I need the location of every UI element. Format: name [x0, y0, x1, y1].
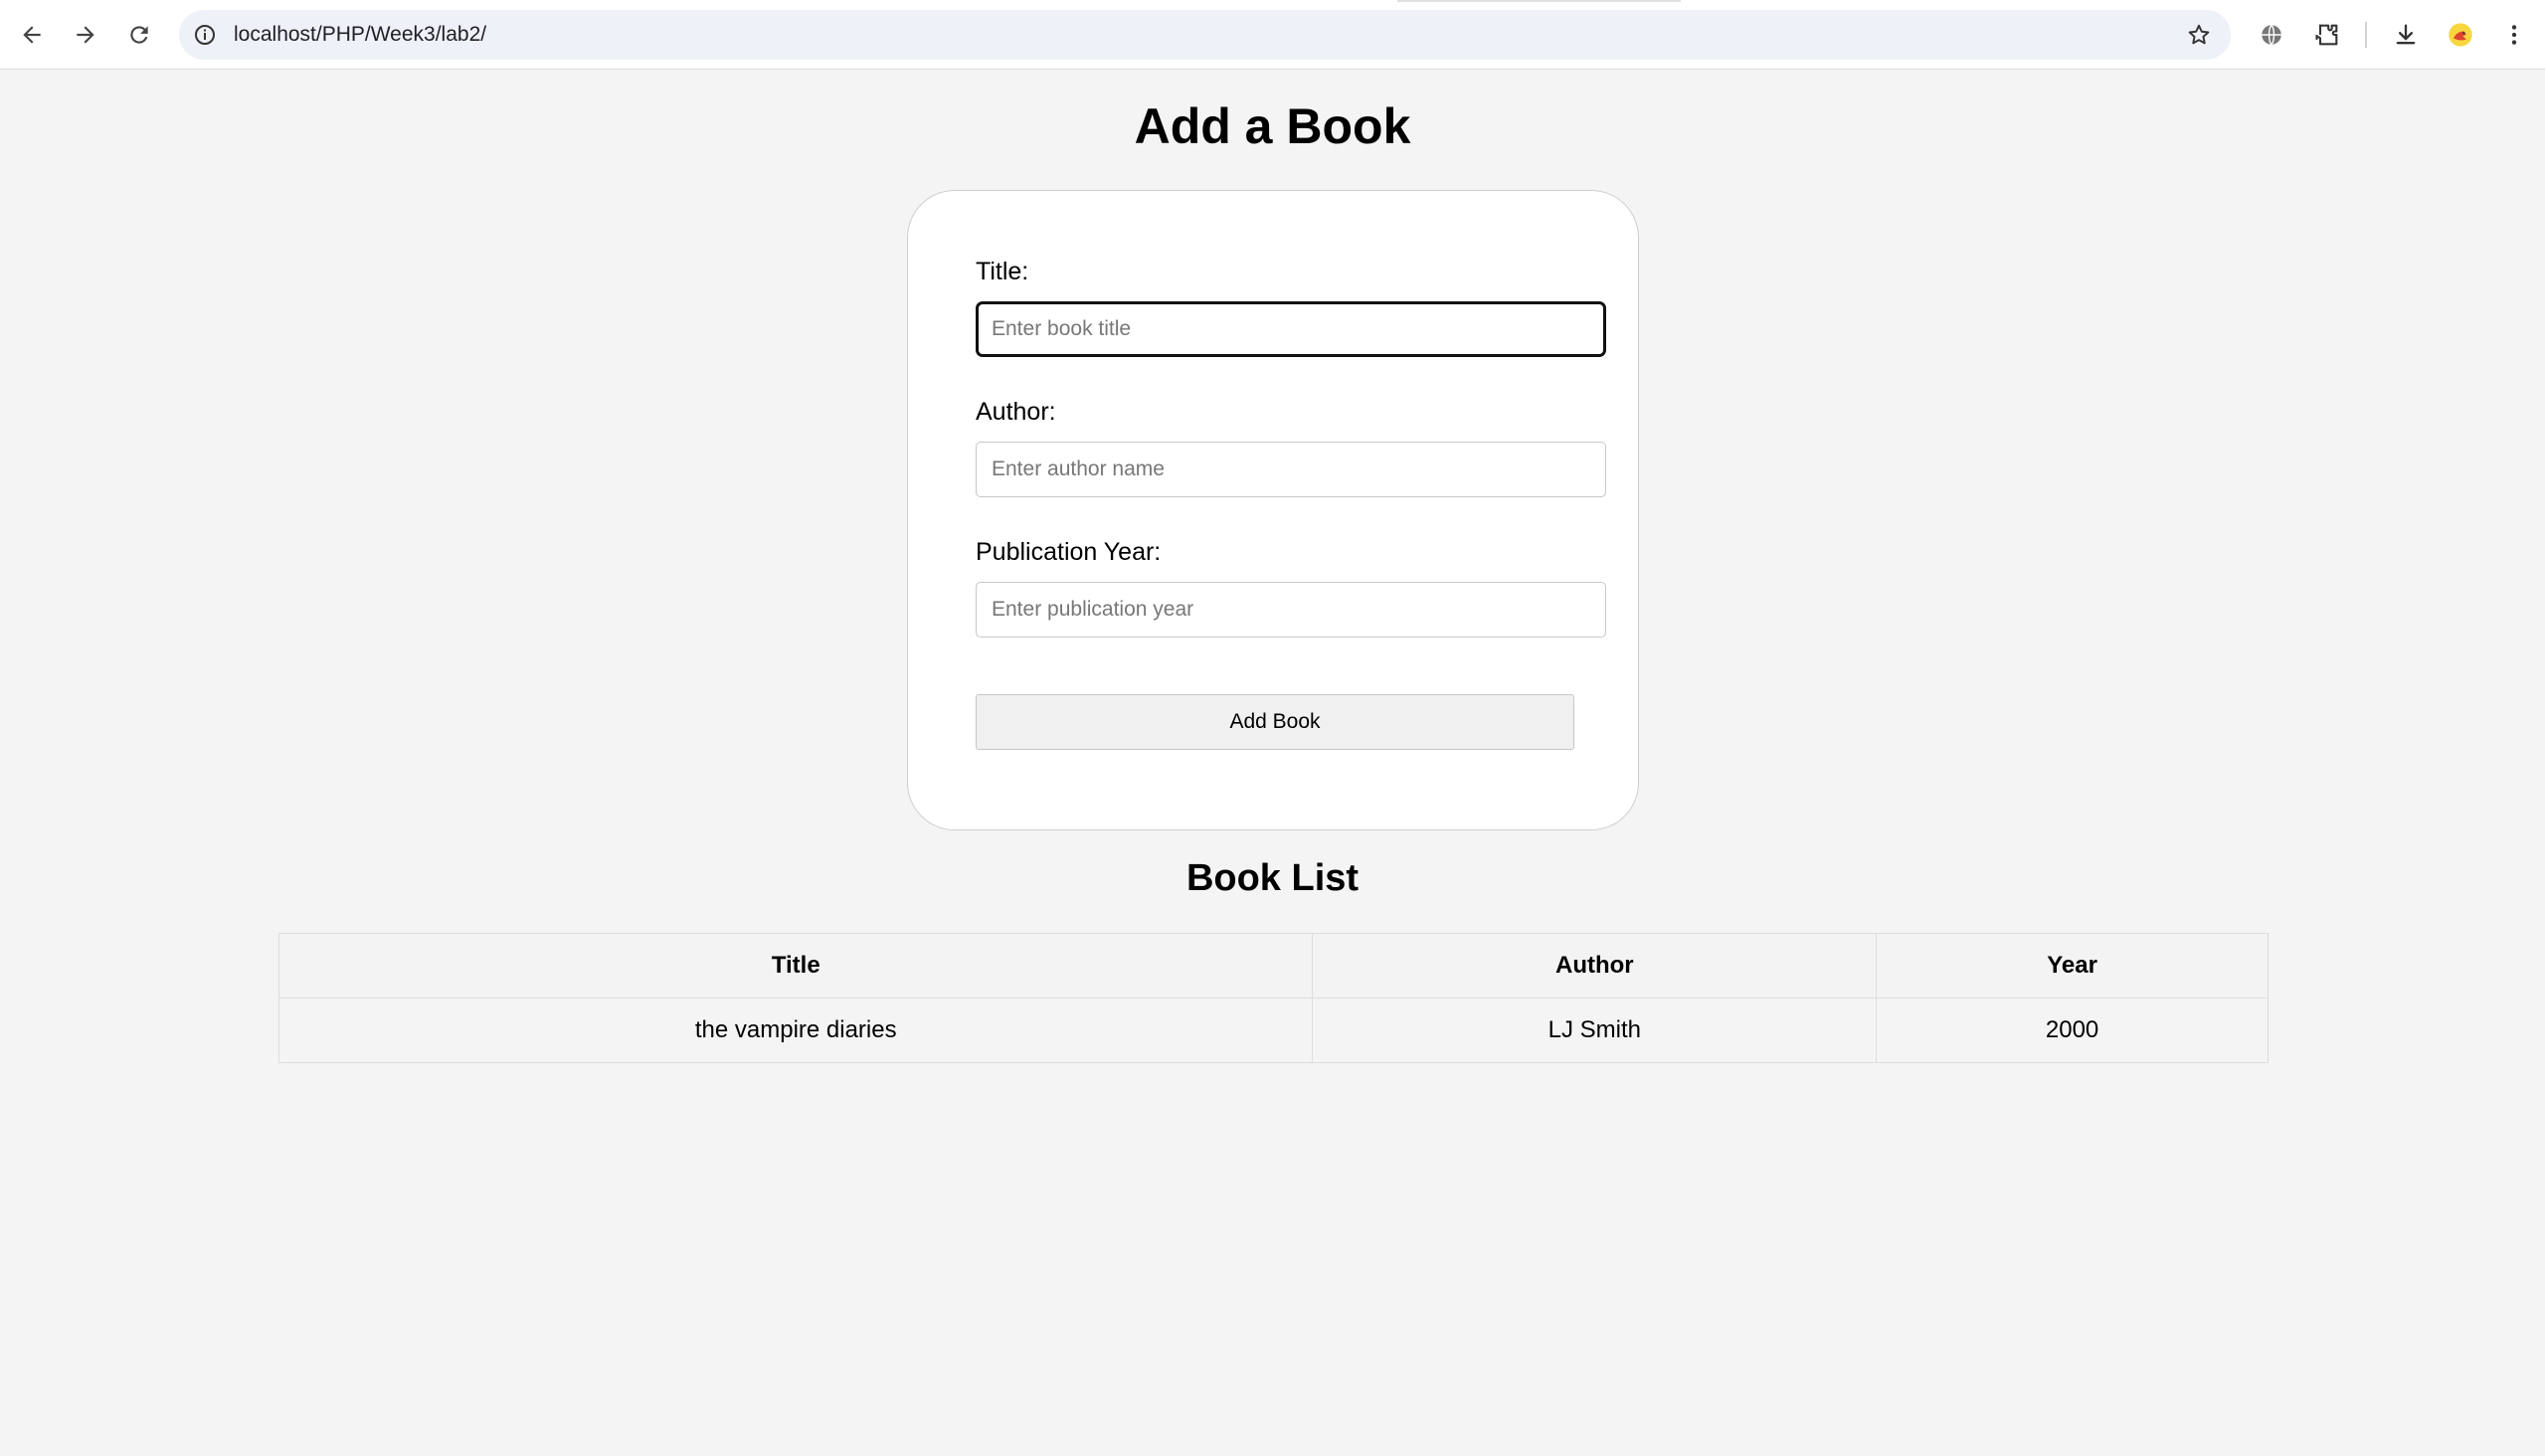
- reload-icon: [130, 26, 148, 44]
- book-list-table: Title Author Year the vampire diaries LJ…: [277, 933, 2269, 1063]
- book-year-cell: 2000: [1876, 998, 2269, 1063]
- back-arrow-icon: [23, 26, 41, 44]
- book-list-heading: Book List: [1185, 857, 1360, 899]
- author-input[interactable]: [976, 442, 1606, 497]
- forward-arrow-icon: [77, 26, 94, 44]
- publication-year-input[interactable]: [976, 582, 1606, 637]
- back-button[interactable]: [14, 17, 50, 53]
- extensions-puzzle-icon: [2315, 24, 2338, 46]
- add-book-button[interactable]: Add Book: [976, 694, 1574, 750]
- more-menu-icon: [2511, 25, 2517, 45]
- site-info-icon: [195, 25, 215, 45]
- profile-avatar-icon: [2449, 23, 2472, 47]
- downloads-button[interactable]: [2388, 17, 2424, 53]
- book-title-cell: the vampire diaries: [277, 998, 1314, 1063]
- forward-button[interactable]: [68, 17, 103, 53]
- translate-globe-icon: [2262, 24, 2281, 46]
- bookmark-button[interactable]: [2185, 21, 2213, 49]
- download-icon: [2396, 24, 2416, 45]
- browser-toolbar: localhost/PHP/Week3/lab2/: [0, 0, 2545, 70]
- url-text[interactable]: localhost/PHP/Week3/lab2/: [234, 10, 486, 60]
- column-header-title: Title: [277, 933, 1314, 999]
- bookmark-star-icon: [2188, 24, 2210, 45]
- more-menu-button[interactable]: [2496, 17, 2532, 53]
- tab-loading-indicator: [1397, 0, 1681, 2]
- address-bar[interactable]: localhost/PHP/Week3/lab2/: [179, 10, 2231, 60]
- column-header-year: Year: [1876, 933, 2269, 999]
- table-row: the vampire diaries LJ Smith 2000: [277, 998, 2269, 1063]
- profile-button[interactable]: [2443, 17, 2478, 53]
- add-book-form: Title: Author: Publication Year: Add Boo…: [907, 190, 1639, 830]
- table-header-row: Title Author Year: [277, 933, 2269, 999]
- book-author-cell: LJ Smith: [1312, 998, 1878, 1063]
- translate-button[interactable]: [2254, 17, 2289, 53]
- author-label: Author:: [976, 398, 1056, 426]
- title-label: Title:: [976, 258, 1029, 285]
- extensions-button[interactable]: [2309, 17, 2345, 53]
- column-header-author: Author: [1312, 933, 1878, 999]
- publication-year-label: Publication Year:: [976, 538, 1162, 566]
- toolbar-divider: [2365, 22, 2367, 48]
- site-info-button[interactable]: [191, 21, 219, 49]
- title-input[interactable]: [976, 301, 1606, 357]
- page-title: Add a Book: [1134, 98, 1411, 154]
- reload-button[interactable]: [121, 17, 157, 53]
